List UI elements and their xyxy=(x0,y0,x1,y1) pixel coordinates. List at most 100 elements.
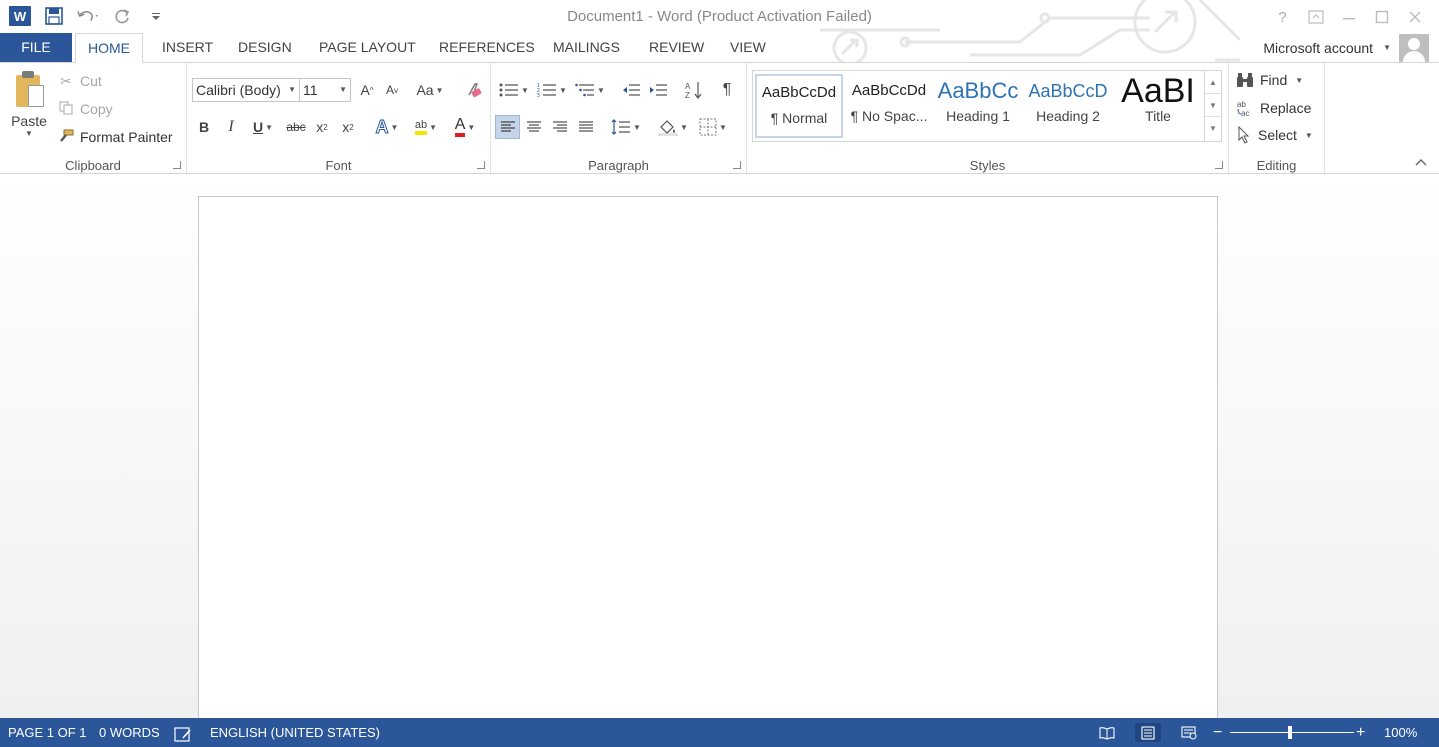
account-menu[interactable]: Microsoft account ▼ xyxy=(1263,33,1429,62)
maximize-icon[interactable] xyxy=(1365,6,1398,28)
borders-button[interactable]: ▼ xyxy=(695,115,731,139)
ribbon: Paste ▼ ✂ Cut Copy Format Painter Clipbo… xyxy=(0,62,1439,175)
svg-text:A: A xyxy=(685,82,691,91)
tab-view[interactable]: VIEW xyxy=(718,33,778,62)
clear-formatting-button[interactable] xyxy=(463,78,485,102)
shading-button[interactable]: ▼ xyxy=(655,115,691,139)
avatar[interactable] xyxy=(1399,33,1429,62)
text-effects-icon: A xyxy=(375,116,389,137)
gallery-down-icon[interactable]: ▼ xyxy=(1205,94,1221,117)
read-mode-icon[interactable] xyxy=(1094,723,1120,742)
style-name: Heading 1 xyxy=(946,108,1010,124)
numbering-button[interactable]: 1 2 3 ▼ xyxy=(535,78,569,102)
font-size-combobox[interactable]: 11 ▼ xyxy=(299,78,351,102)
change-case-button[interactable]: Aa ▼ xyxy=(413,78,447,102)
status-bar: PAGE 1 OF 1 0 WORDS ENGLISH (UNITED STAT… xyxy=(0,718,1439,747)
font-group: Calibri (Body) ▼ 11 ▼ A ^ Av Aa ▼ B I U ▼ a… xyxy=(187,63,491,175)
tab-references[interactable]: REFERENCES xyxy=(427,33,547,62)
collapse-ribbon-icon[interactable] xyxy=(1415,157,1427,169)
highlight-color-button[interactable]: ab ▼ xyxy=(409,115,443,139)
styles-gallery: AaBbCcDd ¶ Normal AaBbCcDd ¶ No Spac... … xyxy=(752,70,1222,142)
style-heading-2[interactable]: AaBbCcD Heading 2 xyxy=(1024,74,1112,138)
paragraph-dialog-launcher-icon[interactable] xyxy=(733,161,741,169)
svg-text:3: 3 xyxy=(537,93,540,98)
underline-button[interactable]: U ▼ xyxy=(247,115,279,139)
subscript-button[interactable]: x2 xyxy=(311,115,333,139)
align-left-button[interactable] xyxy=(495,115,520,139)
tab-file[interactable]: FILE xyxy=(0,33,72,62)
close-icon[interactable] xyxy=(1398,6,1431,28)
window-controls: ? xyxy=(1266,6,1431,28)
word-count[interactable]: 0 WORDS xyxy=(99,718,160,747)
align-center-button[interactable] xyxy=(522,115,546,139)
tab-home[interactable]: HOME xyxy=(75,33,143,63)
align-right-button[interactable] xyxy=(548,115,572,139)
superscript-button[interactable]: x2 xyxy=(337,115,359,139)
minimize-icon[interactable] xyxy=(1332,6,1365,28)
line-spacing-button[interactable]: ▼ xyxy=(609,115,643,139)
tab-review[interactable]: REVIEW xyxy=(637,33,716,62)
font-dialog-launcher-icon[interactable] xyxy=(477,161,485,169)
svg-text:Z: Z xyxy=(685,91,690,100)
cut-button[interactable]: ✂ Cut xyxy=(58,70,102,92)
style-heading-1[interactable]: AaBbCc Heading 1 xyxy=(934,74,1022,138)
text-effects-button[interactable]: A ▼ xyxy=(371,115,403,139)
chevron-down-icon: ▼ xyxy=(390,122,399,132)
help-icon[interactable]: ? xyxy=(1266,6,1299,28)
tab-design[interactable]: DESIGN xyxy=(226,33,304,62)
copy-button[interactable]: Copy xyxy=(58,98,113,120)
grow-font-button[interactable]: A ^ xyxy=(357,78,377,102)
page-count[interactable]: PAGE 1 OF 1 xyxy=(8,718,87,747)
zoom-level[interactable]: 100% xyxy=(1384,718,1417,747)
decrease-indent-button[interactable] xyxy=(619,78,643,102)
tab-page-layout[interactable]: PAGE LAYOUT xyxy=(307,33,428,62)
style-normal[interactable]: AaBbCcDd ¶ Normal xyxy=(755,74,843,138)
justify-button[interactable] xyxy=(574,115,598,139)
highlighter-icon: ab xyxy=(414,119,428,135)
zoom-in-button[interactable]: + xyxy=(1356,718,1365,747)
document-page[interactable] xyxy=(198,196,1218,726)
chevron-down-icon: ▼ xyxy=(633,122,641,132)
increase-indent-icon xyxy=(650,84,667,96)
increase-indent-button[interactable] xyxy=(646,78,670,102)
gallery-more-icon[interactable]: ▼ xyxy=(1205,117,1221,140)
multilevel-list-icon xyxy=(575,83,595,97)
zoom-slider-thumb[interactable] xyxy=(1288,726,1292,739)
bullets-button[interactable]: ▼ xyxy=(497,78,531,102)
replace-button[interactable]: ab ac Replace xyxy=(1236,96,1311,120)
zoom-slider-track[interactable] xyxy=(1230,732,1354,733)
find-label: Find xyxy=(1260,72,1288,88)
clipboard-dialog-launcher-icon[interactable] xyxy=(173,161,181,169)
language-indicator[interactable]: ENGLISH (UNITED STATES) xyxy=(210,718,380,747)
tab-mailings[interactable]: MAILINGS xyxy=(541,33,632,62)
strikethrough-button[interactable]: abc xyxy=(284,115,308,139)
sort-button[interactable]: AZ xyxy=(682,78,706,102)
show-formatting-marks-button[interactable]: ¶ xyxy=(716,78,738,102)
multilevel-list-button[interactable]: ▼ xyxy=(573,78,607,102)
tab-insert[interactable]: INSERT xyxy=(150,33,225,62)
format-painter-button[interactable]: Format Painter xyxy=(58,126,173,148)
italic-button[interactable]: I xyxy=(220,115,242,139)
justify-icon xyxy=(579,121,593,132)
find-button[interactable]: Find ▼ xyxy=(1236,68,1303,92)
zoom-out-button[interactable]: − xyxy=(1213,718,1222,747)
style-title[interactable]: AaBI Title xyxy=(1114,74,1202,138)
paste-button[interactable]: Paste ▼ xyxy=(8,69,50,149)
style-sample: AaBbCc xyxy=(937,78,1019,103)
bold-button[interactable]: B xyxy=(193,115,215,139)
font-name-combobox[interactable]: Calibri (Body) ▼ xyxy=(192,78,300,102)
proofing-icon[interactable] xyxy=(174,724,192,742)
align-right-icon xyxy=(553,121,567,132)
select-button[interactable]: Select ▼ xyxy=(1236,123,1313,147)
format-painter-label: Format Painter xyxy=(80,129,173,145)
styles-dialog-launcher-icon[interactable] xyxy=(1215,161,1223,169)
chevron-down-icon[interactable]: ▼ xyxy=(8,129,50,138)
font-color-button[interactable]: A ▼ xyxy=(447,115,483,139)
shrink-font-button[interactable]: Av xyxy=(382,78,402,102)
gallery-up-icon[interactable]: ▲ xyxy=(1205,71,1221,94)
styles-gallery-scroll: ▲ ▼ ▼ xyxy=(1204,71,1221,141)
print-layout-icon[interactable] xyxy=(1135,723,1161,742)
style-no-spacing[interactable]: AaBbCcDd ¶ No Spac... xyxy=(845,74,933,138)
web-layout-icon[interactable] xyxy=(1176,723,1202,742)
ribbon-display-options-icon[interactable] xyxy=(1299,6,1332,28)
